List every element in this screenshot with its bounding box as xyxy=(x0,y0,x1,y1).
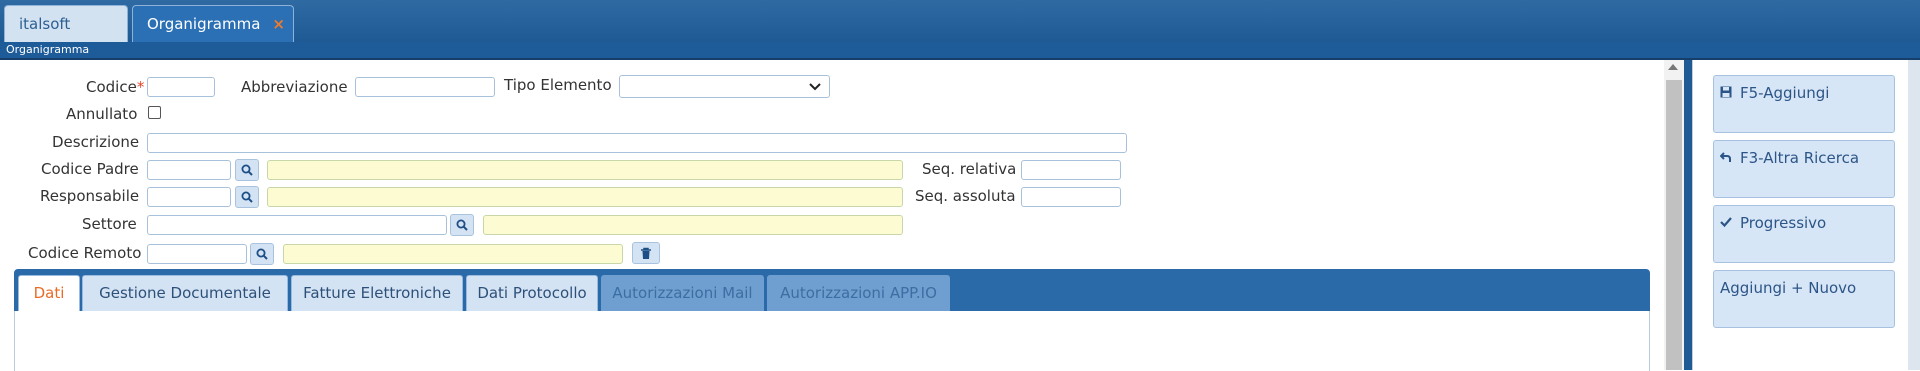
codice-input[interactable] xyxy=(147,77,215,97)
settore-search-button[interactable] xyxy=(450,214,474,236)
button-label: F3-Altra Ricerca xyxy=(1740,149,1860,167)
codice-padre-description xyxy=(267,160,903,180)
tab-fatture-elettroniche[interactable]: Fatture Elettroniche xyxy=(291,275,463,311)
check-icon xyxy=(1720,216,1736,232)
f3-altra-ricerca-button[interactable]: F3-Altra Ricerca xyxy=(1713,140,1895,198)
responsabile-description xyxy=(267,187,903,207)
annullato-label: Annullato xyxy=(66,105,138,123)
button-label: Progressivo xyxy=(1740,214,1827,232)
codice-remoto-label: Codice Remoto xyxy=(28,244,142,262)
settore-description xyxy=(483,215,903,235)
descrizione-label: Descrizione xyxy=(52,133,140,151)
tab-dati[interactable]: Dati xyxy=(18,275,80,311)
button-label: F5-Aggiungi xyxy=(1740,84,1830,102)
aggiungi-nuovo-button[interactable]: Aggiungi + Nuovo xyxy=(1713,270,1895,328)
responsabile-input[interactable] xyxy=(147,187,231,207)
save-icon xyxy=(1720,86,1736,102)
required-mark: * xyxy=(136,78,145,96)
search-icon xyxy=(256,248,268,260)
side-button-panel: F5-Aggiungi F3-Altra Ricerca Progressivo… xyxy=(1692,60,1920,370)
tab-autorizzazioni-app-io: Autorizzazioni APP.IO xyxy=(767,275,950,311)
window-title: Organigramma xyxy=(6,43,90,56)
tab-label: Organigramma xyxy=(147,15,261,33)
chevron-down-icon xyxy=(809,83,821,91)
abbreviazione-input[interactable] xyxy=(355,77,495,97)
panel-divider xyxy=(1684,60,1692,370)
codice-padre-input[interactable] xyxy=(147,160,231,180)
seq-relativa-label: Seq. relativa xyxy=(922,160,1017,178)
responsabile-label: Responsabile xyxy=(40,187,140,205)
top-tab-bar: italsoft Home Organigramma × xyxy=(0,0,1920,69)
abbreviazione-label: Abbreviazione xyxy=(241,78,348,96)
detail-tab-strip: Dati Gestione Documentale Fatture Elettr… xyxy=(14,269,1650,311)
back-arrow-icon xyxy=(1719,151,1736,167)
seq-relativa-input[interactable] xyxy=(1021,160,1121,180)
tab-autorizzazioni-mail: Autorizzazioni Mail xyxy=(601,275,764,311)
right-edge-strip xyxy=(1908,60,1920,370)
scrollbar-thumb[interactable] xyxy=(1666,80,1682,370)
seq-assoluta-label: Seq. assoluta xyxy=(915,187,1016,205)
vertical-scrollbar[interactable] xyxy=(1664,60,1684,370)
codice-remoto-description xyxy=(283,244,623,264)
tipo-elemento-select[interactable] xyxy=(619,75,830,98)
scroll-up-arrow-icon[interactable] xyxy=(1668,64,1678,70)
descrizione-input[interactable] xyxy=(147,133,1127,153)
codice-remoto-search-button[interactable] xyxy=(250,243,274,265)
search-icon xyxy=(241,164,253,176)
tab-content-panel xyxy=(14,311,1650,371)
seq-assoluta-input[interactable] xyxy=(1021,187,1121,207)
progressivo-button[interactable]: Progressivo xyxy=(1713,205,1895,263)
tipo-elemento-label: Tipo Elemento xyxy=(504,76,612,94)
search-icon xyxy=(456,219,468,231)
codice-remoto-input[interactable] xyxy=(147,244,247,264)
settore-input[interactable] xyxy=(147,215,447,235)
delete-button[interactable] xyxy=(632,242,660,264)
trash-icon xyxy=(641,247,651,259)
codice-label: Codice* xyxy=(86,78,145,96)
search-icon xyxy=(241,191,253,203)
codice-padre-search-button[interactable] xyxy=(235,159,259,181)
settore-label: Settore xyxy=(82,215,137,233)
codice-padre-label: Codice Padre xyxy=(41,160,139,178)
f5-aggiungi-button[interactable]: F5-Aggiungi xyxy=(1713,75,1895,133)
window-titlebar: Organigramma xyxy=(0,42,1920,60)
tab-organigramma[interactable]: Organigramma × xyxy=(132,5,294,42)
tab-dati-protocollo[interactable]: Dati Protocollo xyxy=(466,275,598,311)
tab-italsoft-home[interactable]: italsoft Home xyxy=(4,5,128,69)
tab-gestione-documentale[interactable]: Gestione Documentale xyxy=(82,275,288,311)
close-icon[interactable]: × xyxy=(272,6,285,42)
annullato-checkbox[interactable] xyxy=(148,106,161,119)
responsabile-search-button[interactable] xyxy=(235,186,259,208)
button-label: Aggiungi + Nuovo xyxy=(1720,279,1857,297)
